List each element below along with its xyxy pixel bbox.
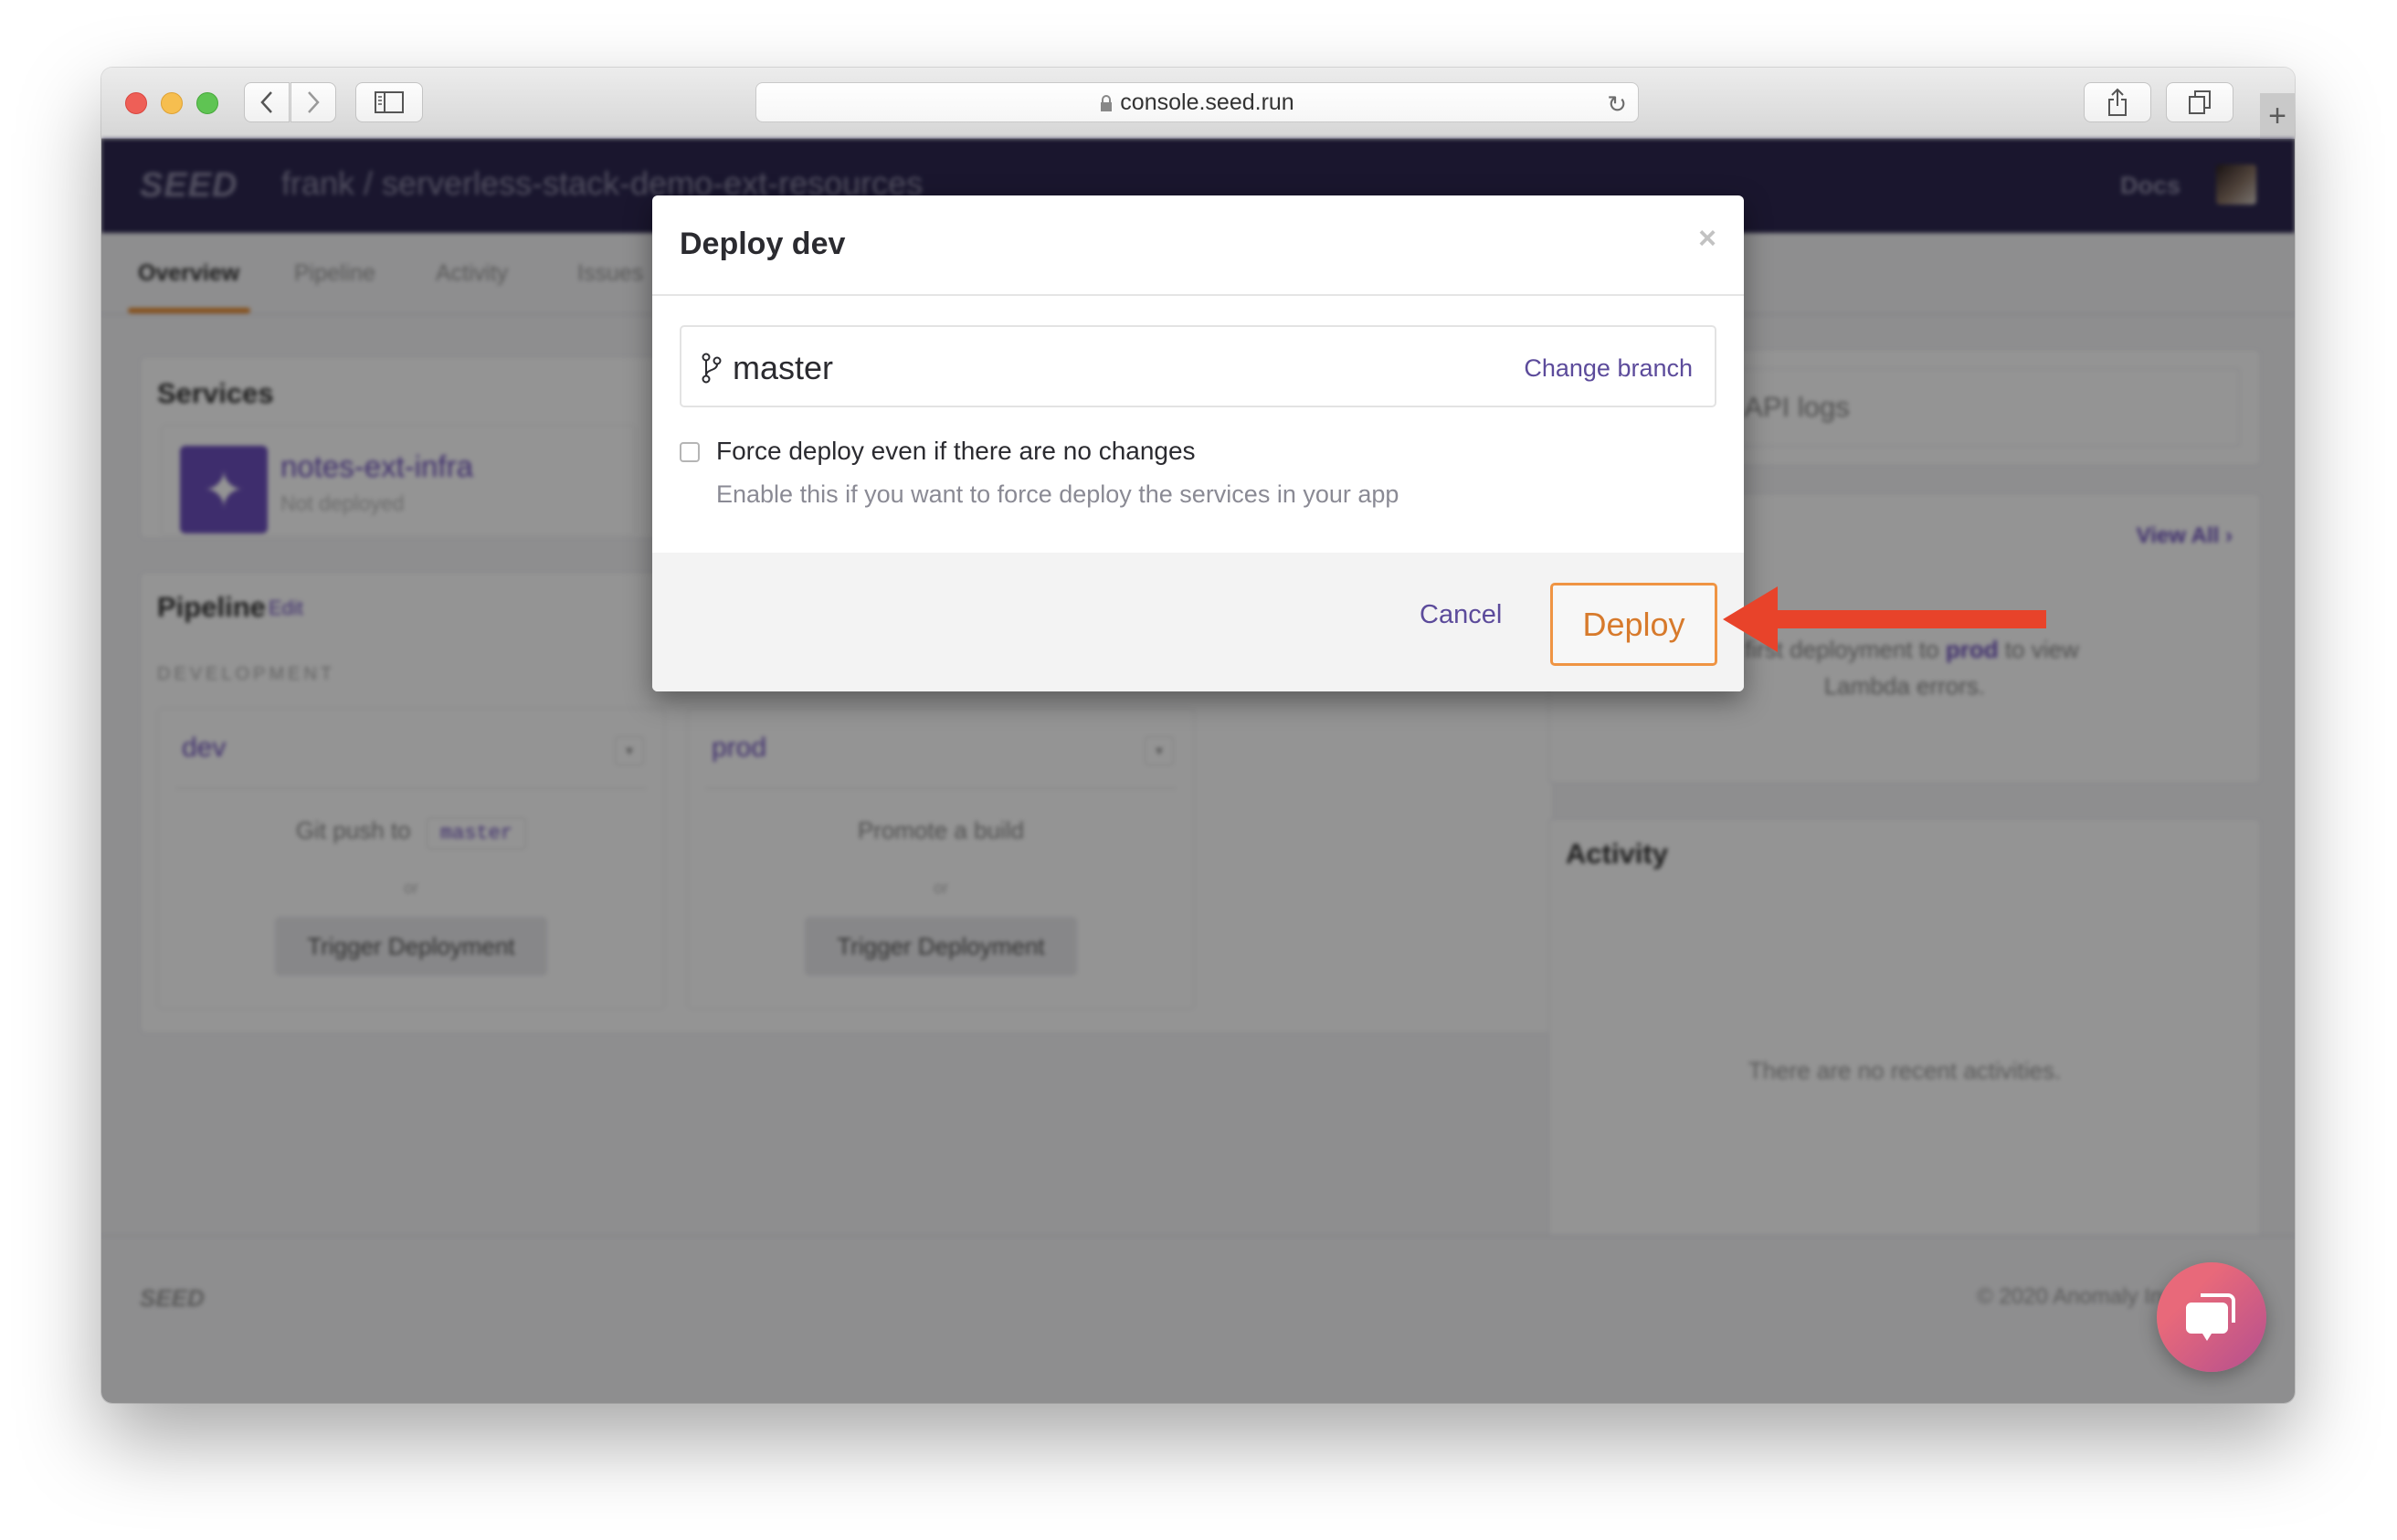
deploy-modal: Deploy dev × master Change branch Force … (652, 195, 1744, 691)
force-deploy-checkbox[interactable] (680, 442, 700, 462)
chevron-right-icon (308, 91, 320, 113)
forward-button[interactable] (290, 82, 336, 122)
back-button[interactable] (244, 82, 290, 122)
close-icon[interactable]: × (1698, 223, 1716, 254)
sidebar-icon (375, 91, 404, 113)
new-tab-button[interactable]: + (2260, 93, 2295, 139)
close-window-button[interactable] (125, 92, 147, 114)
address-bar[interactable]: console.seed.run ↻ (755, 82, 1639, 122)
chat-bubble-icon (2186, 1293, 2235, 1341)
force-deploy-help: Enable this if you want to force deploy … (716, 480, 1399, 508)
browser-window: console.seed.run ↻ + SEED frank / server… (101, 68, 2295, 1403)
url-text: console.seed.run (1120, 89, 1294, 115)
branch-selector: master Change branch (680, 325, 1716, 407)
git-branch-icon (702, 353, 722, 384)
cancel-button[interactable]: Cancel (1420, 600, 1502, 630)
modal-title: Deploy dev (680, 227, 846, 261)
modal-footer: Cancel Deploy (652, 553, 1744, 691)
reload-icon[interactable]: ↻ (1607, 90, 1627, 119)
chat-support-button[interactable] (2157, 1262, 2266, 1372)
chevron-left-icon (260, 91, 272, 113)
browser-toolbar: console.seed.run ↻ + (101, 68, 2295, 139)
zoom-window-button[interactable] (196, 92, 218, 114)
force-deploy-label[interactable]: Force deploy even if there are no change… (716, 437, 1196, 466)
branch-name: master (733, 349, 834, 386)
tabs-icon (2189, 90, 2211, 114)
show-tabs-button[interactable] (2166, 82, 2233, 122)
deploy-button[interactable]: Deploy (1550, 583, 1717, 666)
sidebar-toggle-button[interactable] (355, 82, 423, 122)
change-branch-link[interactable]: Change branch (1524, 354, 1693, 383)
share-button[interactable] (2084, 82, 2151, 122)
share-icon (2108, 88, 2127, 116)
lock-icon (1101, 95, 1113, 111)
modal-header: Deploy dev × (652, 195, 1744, 296)
annotation-arrow-icon (1723, 586, 2046, 652)
minimize-window-button[interactable] (161, 92, 183, 114)
